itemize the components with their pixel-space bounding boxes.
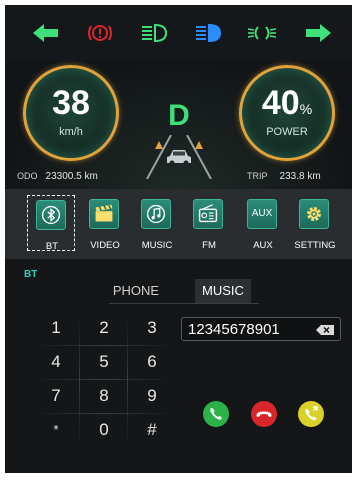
odo-label: ODO [17,171,38,181]
aux-icon: AUX [247,199,277,229]
odometer: ODO 23300.5 km [17,171,98,182]
clapperboard-icon [89,199,119,229]
phone-call-icon [203,401,229,427]
source-label: SETTING [294,240,336,251]
power-value: 40 [261,84,300,122]
key-6[interactable]: 6 [129,347,175,377]
key-9[interactable]: 9 [129,381,175,411]
key-hash[interactable]: # [129,415,175,445]
dial-number: 12345678901 [188,321,280,338]
source-label: AUX [253,240,273,251]
low-beam-icon [193,21,223,45]
radio-icon [193,199,223,229]
source-fm-button[interactable]: FM [185,195,233,251]
brake-warning-icon [85,21,115,45]
aux-icon-text: AUX [251,208,273,219]
keypad-divider [35,379,173,380]
power-gauge: 40% POWER [239,65,335,161]
trip-meter: TRIP 233.8 km [247,171,321,182]
bt-panel: BT PHONE MUSIC 1 2 3 4 5 6 7 8 9 * 0 # 1… [5,259,352,473]
left-turn-arrow-icon [31,21,61,45]
head-unit-screen: 38 km/h D 40% POWER ODO 23300.5 km TRIP 23… [5,5,352,473]
source-bt-button[interactable]: BT [27,195,75,252]
backspace-icon[interactable] [316,325,334,335]
trip-label: TRIP [247,171,268,181]
source-aux-button[interactable]: AUX AUX [239,195,287,251]
phone-transfer-icon [298,401,324,427]
keypad-divider [35,345,173,346]
car-icon [167,150,191,166]
call-button[interactable] [203,401,229,427]
speed-value: 38 [52,84,90,122]
source-label: VIDEO [90,240,120,251]
dial-keypad: 1 2 3 4 5 6 7 8 9 * 0 # [31,311,177,451]
gear-icon [299,199,329,229]
key-4[interactable]: 4 [33,347,79,377]
tab-music[interactable]: MUSIC [195,279,251,303]
bluetooth-icon [36,200,66,230]
source-label: FM [202,240,216,251]
instrument-cluster: 38 km/h D 40% POWER ODO 23300.5 km TRIP 23… [5,61,352,189]
speed-gauge: 38 km/h [23,65,119,161]
tab-divider [109,303,259,304]
source-selector: BT VIDEO MUSIC FM AUX AUX SETTING [5,189,352,259]
phone-hangup-icon [251,401,277,427]
indicator-bar [5,5,352,61]
dial-number-field[interactable]: 12345678901 [181,317,341,341]
keypad-divider [79,315,80,447]
gear-indicator: D [168,99,190,132]
source-music-button[interactable]: MUSIC [133,195,181,251]
key-0[interactable]: 0 [81,415,127,445]
panel-title: BT [24,269,38,280]
key-8[interactable]: 8 [81,381,127,411]
hangup-button[interactable] [251,401,277,427]
position-lights-icon [247,21,277,45]
source-setting-button[interactable]: SETTING [291,195,339,251]
music-note-icon [141,199,171,229]
key-5[interactable]: 5 [81,347,127,377]
keypad-divider [35,413,173,414]
source-label: MUSIC [141,240,173,251]
key-1[interactable]: 1 [33,313,79,343]
high-beam-icon [139,21,169,45]
key-star[interactable]: * [33,415,79,445]
odo-value: 23300.5 km [45,171,98,182]
source-video-button[interactable]: VIDEO [81,195,129,251]
source-label: BT [45,241,59,252]
trip-value: 233.8 km [279,171,321,182]
speed-unit: km/h [59,126,83,138]
power-label: POWER [266,126,308,138]
tab-phone[interactable]: PHONE [109,279,163,303]
key-2[interactable]: 2 [81,313,127,343]
right-turn-arrow-icon [303,21,333,45]
key-7[interactable]: 7 [33,381,79,411]
keypad-divider [127,315,128,447]
key-3[interactable]: 3 [129,313,175,343]
power-percent-symbol: % [299,101,313,117]
transfer-call-button[interactable] [298,401,324,427]
